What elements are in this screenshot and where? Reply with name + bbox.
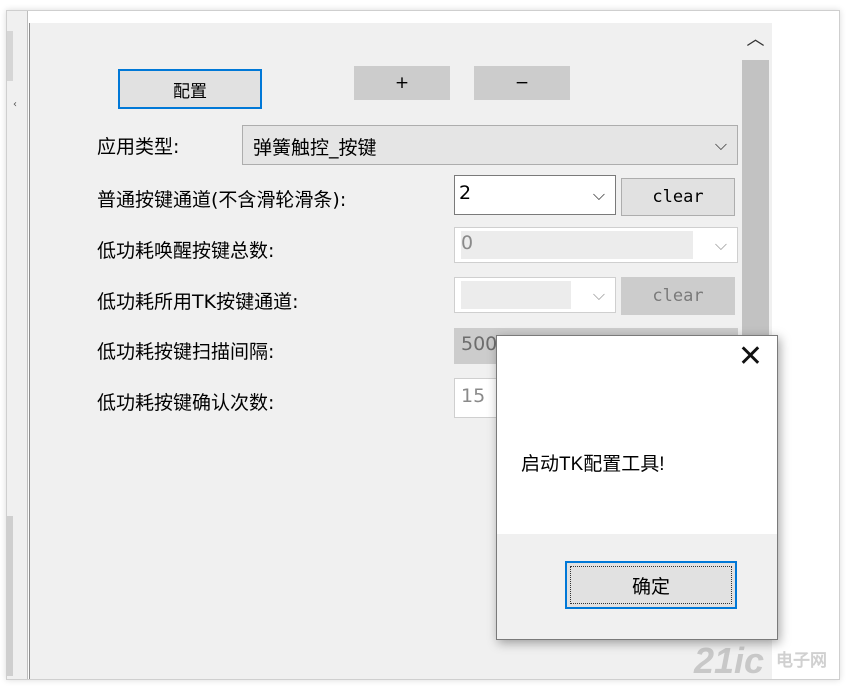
left-strip-segment bbox=[7, 31, 13, 81]
select-fill bbox=[461, 231, 693, 259]
left-strip-marker: ‹ bbox=[13, 99, 17, 110]
focus-rect bbox=[570, 566, 732, 604]
lowpower-wake-count-label: 低功耗唤醒按键总数: bbox=[97, 240, 275, 262]
dialog-footer: 确定 bbox=[497, 534, 777, 639]
chevron-down-icon: ⌵ bbox=[714, 135, 727, 154]
chevron-down-icon: ⌵ bbox=[714, 235, 727, 254]
normal-channel-clear-button[interactable]: clear bbox=[621, 178, 735, 216]
lowpower-tk-channel-select[interactable]: ⌵ bbox=[454, 277, 616, 313]
app-type-label: 应用类型: bbox=[97, 136, 180, 158]
close-icon[interactable]: ✕ bbox=[738, 342, 763, 372]
dialog-message: 启动TK配置工具! bbox=[521, 454, 665, 475]
normal-channel-label: 普通按键通道(不含滑轮滑条): bbox=[97, 189, 347, 211]
ok-button[interactable]: 确定 bbox=[565, 561, 737, 609]
left-strip-thumb[interactable] bbox=[7, 516, 13, 676]
normal-channel-select[interactable]: 2 ⌵ bbox=[454, 175, 616, 215]
lowpower-confirm-count-label: 低功耗按键确认次数: bbox=[97, 392, 275, 414]
normal-channel-value: 2 bbox=[459, 182, 472, 204]
lowpower-confirm-count-value: 15 bbox=[461, 385, 486, 407]
left-scroll-strip[interactable]: ‹ bbox=[7, 11, 28, 679]
add-button[interactable]: + bbox=[354, 66, 450, 100]
lowpower-wake-count-value: 0 bbox=[461, 232, 474, 254]
scrollbar-thumb[interactable] bbox=[742, 60, 769, 360]
lowpower-scan-interval-label: 低功耗按键扫描间隔: bbox=[97, 341, 275, 363]
message-dialog: ✕ 启动TK配置工具! 确定 bbox=[496, 335, 778, 640]
app-type-select[interactable]: 弹簧触控_按键 ⌵ bbox=[242, 125, 738, 165]
remove-button[interactable]: − bbox=[474, 66, 570, 100]
lowpower-wake-count-select[interactable]: 0 ⌵ bbox=[454, 227, 738, 263]
lowpower-tk-channel-label: 低功耗所用TK按键通道: bbox=[97, 291, 299, 313]
chevron-down-icon: ⌵ bbox=[592, 285, 605, 304]
app-type-value: 弹簧触控_按键 bbox=[253, 137, 377, 159]
config-button[interactable]: 配置 bbox=[118, 69, 262, 109]
select-fill bbox=[461, 281, 571, 309]
lowpower-tk-channel-clear-button[interactable]: clear bbox=[621, 277, 735, 315]
chevron-up-icon[interactable]: ︿ bbox=[739, 23, 772, 57]
chevron-down-icon: ⌵ bbox=[592, 185, 605, 204]
